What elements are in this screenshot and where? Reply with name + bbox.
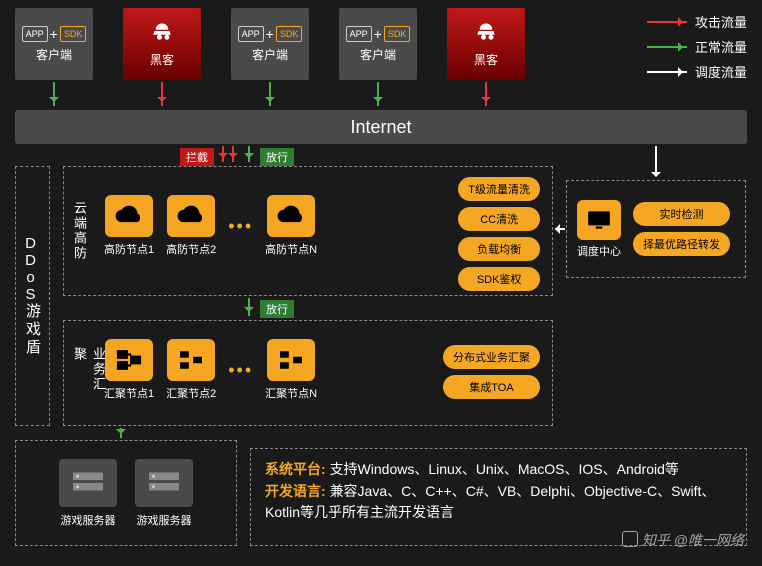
- biz-agg-box: 业务汇聚 汇聚节点1 汇聚节点2 ••• 汇聚节点N 分布式业务汇聚 集成TOA: [63, 320, 553, 426]
- feature-pill: 实时检测: [633, 202, 730, 226]
- arrow-down: [161, 82, 163, 106]
- arrow-down: [120, 428, 122, 438]
- lang-text: 兼容Java、C、C++、C#、VB、Delphi、Objective-C、Sw…: [265, 483, 715, 521]
- top-row: APP+SDK 客户端 黑客 APP+SDK 客户端 APP+SDK 客户端 黑…: [15, 8, 525, 80]
- game-server: 游戏服务器: [135, 459, 193, 528]
- hacker-box-1: 黑客: [123, 8, 201, 80]
- arrow-white-icon: [647, 71, 687, 73]
- tag-pass: 放行: [260, 300, 294, 318]
- defense-node: 高防节点2: [166, 195, 216, 257]
- agg-node: 汇聚节点2: [166, 339, 216, 401]
- arrow-green-icon: [647, 46, 687, 48]
- arrow-down: [485, 82, 487, 106]
- client-box-1: APP+SDK 客户端: [15, 8, 93, 80]
- feature-pill: SDK鉴权: [458, 267, 540, 291]
- ellipsis-icon: •••: [228, 360, 253, 381]
- hacker-icon: [147, 21, 177, 51]
- servers-box: 游戏服务器 游戏服务器: [15, 440, 237, 546]
- defense-node: 高防节点1: [104, 195, 154, 257]
- arrow-down: [248, 146, 250, 162]
- internet-bar: Internet: [15, 110, 747, 144]
- arrow-down: [53, 82, 55, 106]
- feature-pill: 择最优路径转发: [633, 232, 730, 256]
- legend: 攻击流量 正常流量 调度流量: [647, 12, 747, 87]
- cloud-icon: [105, 195, 153, 237]
- arrow-red-icon: [647, 21, 687, 23]
- platform-label: 系统平台:: [265, 461, 326, 477]
- biz-label: 业务汇聚: [70, 347, 108, 399]
- game-server: 游戏服务器: [59, 459, 117, 528]
- arrow-down: [232, 146, 234, 162]
- hacker-box-2: 黑客: [447, 8, 525, 80]
- lang-label: 开发语言:: [265, 483, 326, 499]
- zhihu-icon: [622, 531, 638, 547]
- monitor-icon: [577, 200, 621, 240]
- agg-node: 汇聚节点1: [104, 339, 154, 401]
- client-box-3: APP+SDK 客户端: [339, 8, 417, 80]
- cloud-label: 云端高防: [70, 201, 89, 261]
- arrow-down: [377, 82, 379, 106]
- hacker-label: 黑客: [150, 51, 174, 68]
- feature-pill: 负载均衡: [458, 237, 540, 261]
- arrow-down: [248, 298, 250, 316]
- plus-icon: +: [50, 26, 58, 42]
- ellipsis-icon: •••: [228, 216, 253, 237]
- cloud-defense-box: 云端高防 高防节点1 高防节点2 ••• 高防节点N T级流量清洗 CC清洗 负…: [63, 166, 553, 296]
- client-label: 客户端: [36, 46, 72, 63]
- aggregate-icon: [105, 339, 153, 381]
- feature-pill: 集成TOA: [443, 375, 540, 399]
- feature-pill: 分布式业务汇聚: [443, 345, 540, 369]
- tag-pass: 放行: [260, 148, 294, 166]
- schedule-box: 调度中心 实时检测 择最优路径转发: [566, 180, 746, 278]
- agg-node: 汇聚节点N: [265, 339, 317, 401]
- hacker-icon: [471, 21, 501, 51]
- shield-title-box: DDoS游戏盾: [15, 166, 50, 426]
- app-tag: APP: [22, 26, 48, 42]
- arrow-down: [269, 82, 271, 106]
- feature-pill: CC清洗: [458, 207, 540, 231]
- arrow-down: [222, 146, 224, 162]
- client-box-2: APP+SDK 客户端: [231, 8, 309, 80]
- watermark: 知乎 @唯一网络: [622, 530, 744, 550]
- tag-block: 拦截: [180, 148, 214, 166]
- feature-pill: T级流量清洗: [458, 177, 540, 201]
- platform-text: 支持Windows、Linux、Unix、MacOS、IOS、Android等: [330, 461, 679, 477]
- sdk-tag: SDK: [60, 26, 87, 42]
- defense-node: 高防节点N: [265, 195, 317, 257]
- server-icon: [59, 459, 117, 507]
